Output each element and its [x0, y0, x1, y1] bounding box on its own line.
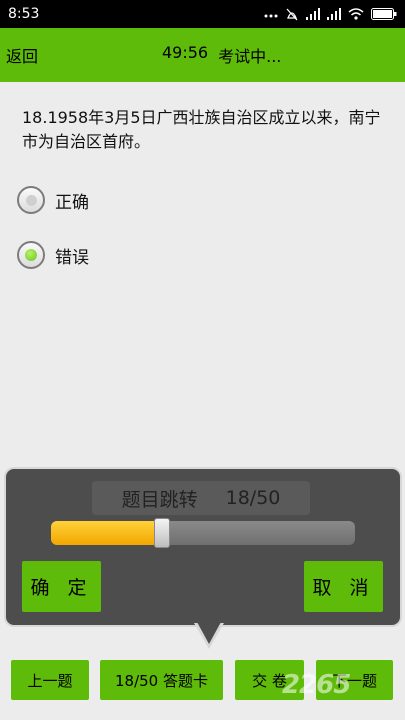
battery-icon [371, 8, 397, 20]
radio-button-selected[interactable] [17, 241, 45, 269]
status-time: 8:53 [8, 6, 40, 22]
signal-icon [327, 8, 341, 20]
exam-status-text: 考试中... [218, 47, 282, 66]
app-bar: 返回 49:56 考试中... [0, 28, 405, 82]
dots-icon [264, 9, 278, 19]
status-icons [264, 7, 397, 21]
slider-thumb[interactable] [154, 518, 170, 548]
option-label: 错误 [55, 247, 89, 268]
slider-fill [51, 521, 155, 545]
dialog-title-text: 题目跳转 [121, 488, 198, 511]
dialog-title: 题目跳转 18/50 [92, 481, 310, 515]
watermark: 2265 [282, 670, 351, 700]
option-correct[interactable]: 正确 [17, 186, 89, 214]
back-button[interactable]: 返回 [6, 43, 38, 67]
option-wrong[interactable]: 错误 [17, 241, 89, 269]
exam-timer: 49:56 [162, 43, 209, 62]
exam-status: 49:56 考试中... [162, 43, 281, 67]
radio-button[interactable] [17, 186, 45, 214]
option-label: 正确 [55, 192, 89, 213]
dialog-progress: 18/50 [225, 487, 281, 509]
question-slider[interactable] [51, 521, 355, 545]
question-text: 18.1958年3月5日广西壮族自治区成立以来，南宁市为自治区首府。 [22, 108, 381, 151]
answer-card-button[interactable]: 18/50 答题卡 [100, 660, 223, 700]
cancel-button[interactable]: 取 消 [304, 561, 383, 612]
signal-icon [306, 8, 320, 20]
confirm-button[interactable]: 确 定 [22, 561, 101, 612]
status-bar: 8:53 [0, 0, 405, 28]
dialog-pointer-inner [197, 622, 221, 644]
alarm-off-icon [285, 7, 299, 21]
prev-question-button[interactable]: 上一题 [11, 660, 89, 700]
wifi-icon [348, 8, 364, 20]
